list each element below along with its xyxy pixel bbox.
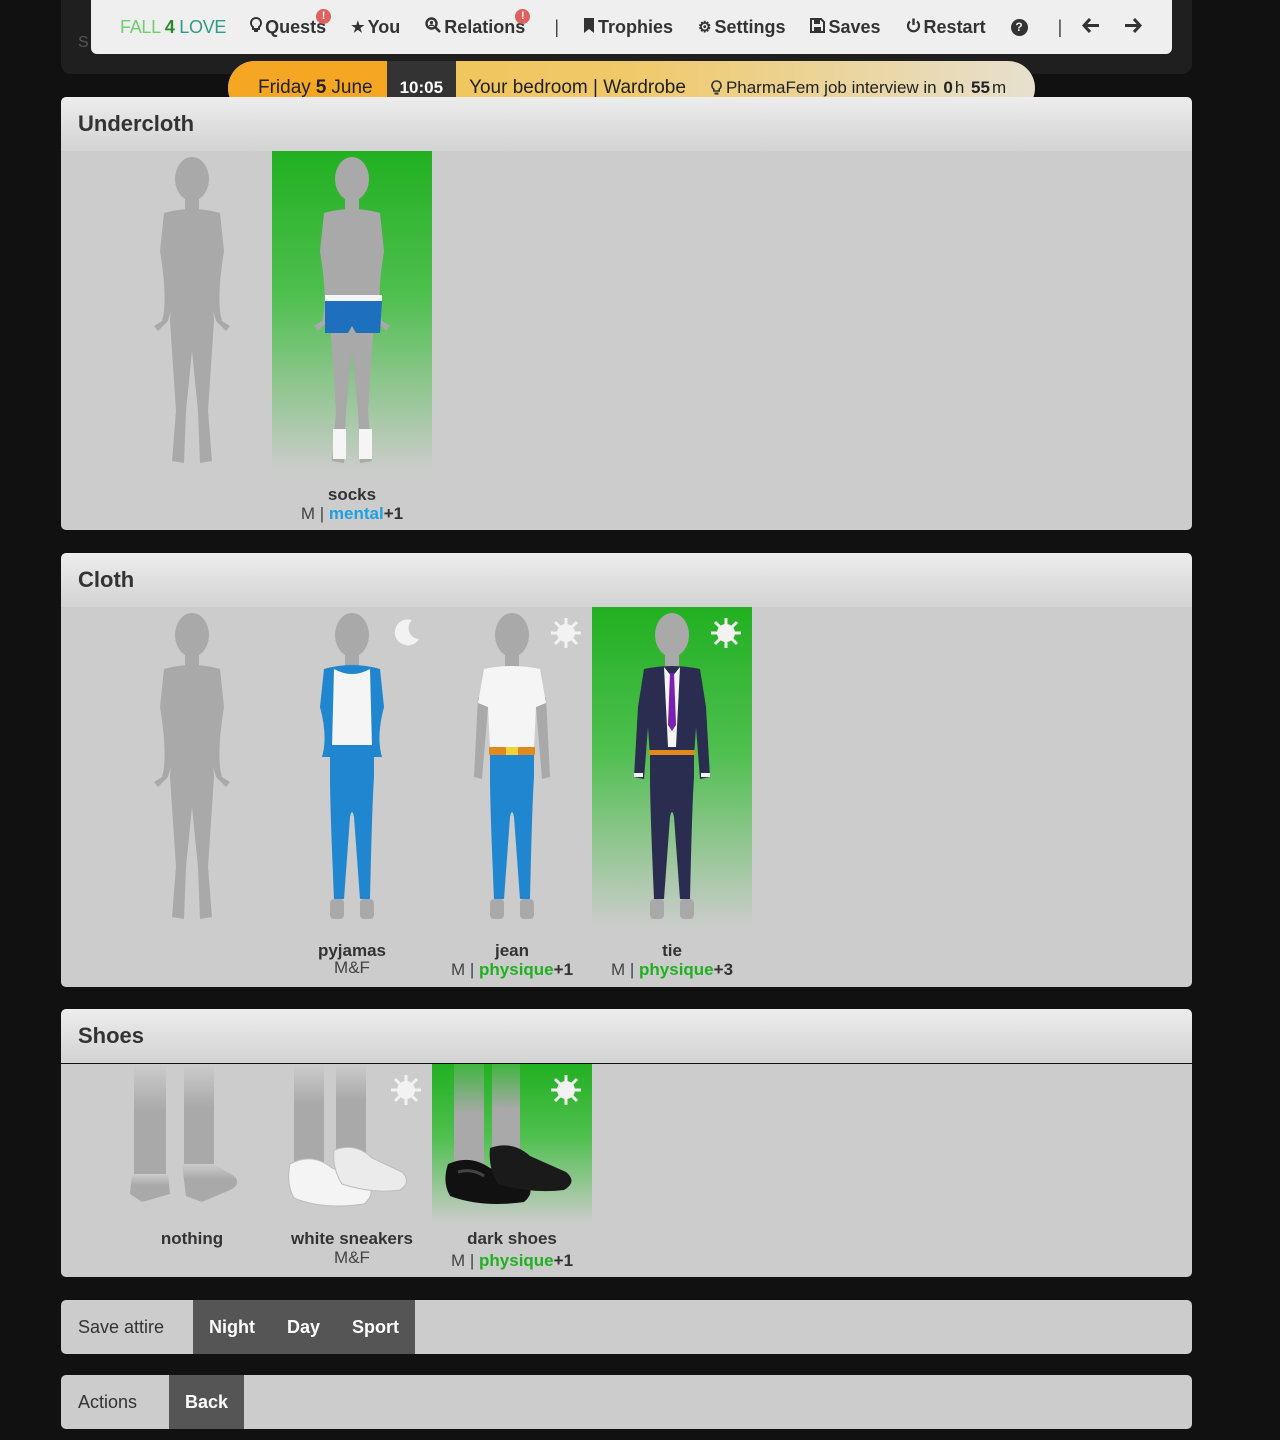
dark-shoes-image (432, 1064, 592, 1224)
sun-icon (550, 1074, 582, 1111)
save-day-button[interactable]: Day (271, 1300, 336, 1354)
quests-alert-badge: ! (316, 8, 332, 24)
shoes-item-dark-shoes[interactable]: dark shoes M | physique+1 (432, 1064, 592, 1271)
gear-icon: ⚙ (698, 19, 712, 36)
sun-icon (710, 617, 742, 654)
item-name: nothing (160, 1229, 224, 1248)
save-attire-buttons: Night Day Sport (193, 1300, 416, 1354)
cloth-item-pyjamas[interactable]: ··········· pyjamas M&F (272, 607, 432, 978)
help-button[interactable]: ? (1010, 18, 1028, 36)
cloth-header: Cloth (61, 553, 1192, 607)
shoes-item-white-sneakers[interactable]: white sneakers M&F (272, 1064, 432, 1268)
undercloth-item-socks[interactable]: ··········· socks M | mental+1 (272, 151, 432, 524)
item-stats: M | physique+3 (610, 960, 734, 979)
actions-label: Actions (78, 1391, 138, 1412)
shoes-item-nothing[interactable]: nothing (112, 1064, 272, 1248)
help-icon: ? (1010, 18, 1028, 36)
sun-icon (390, 1074, 422, 1111)
undercloth-panel: ··········· ··········· socks M | mental… (61, 151, 1192, 530)
search-people-icon (425, 17, 442, 37)
item-gender: M&F (334, 1248, 370, 1267)
pyjamas-outfit-image (272, 607, 432, 927)
lightbulb-icon (711, 80, 722, 96)
sun-icon (550, 617, 582, 654)
star-icon: ★ (351, 19, 365, 36)
top-nav: FALL 4 LOVE Quests ! ★ You Relations ! |… (91, 0, 1172, 54)
silhouette-icon (112, 607, 272, 927)
item-name: jean (494, 941, 530, 960)
relations-alert-badge: ! (515, 8, 531, 24)
nav-settings[interactable]: ⚙ Settings (698, 17, 785, 38)
jean-outfit-image (432, 607, 592, 927)
item-name: dark shoes (467, 1229, 557, 1248)
nav-you[interactable]: ★ You (351, 17, 400, 38)
undercloth-header: Undercloth (61, 97, 1192, 151)
bare-feet-icon (112, 1064, 272, 1224)
moon-icon (392, 617, 422, 652)
item-gender: M&F (334, 958, 370, 977)
item-stats: M | physique+1 (450, 960, 574, 979)
back-button[interactable]: Back (169, 1375, 244, 1429)
save-sport-button[interactable]: Sport (336, 1300, 415, 1354)
power-icon (906, 18, 921, 37)
nav-separator: | (554, 16, 559, 37)
item-stats: M | physique+1 (450, 1251, 574, 1270)
nav-relations[interactable]: Relations ! (425, 8, 531, 38)
nav-saves[interactable]: Saves (810, 17, 881, 38)
shoes-header: Shoes (61, 1009, 1192, 1063)
bookmark-icon (583, 17, 595, 37)
save-attire-bar: Save attire Night Day Sport (61, 1300, 1192, 1354)
ghost-text: S (78, 34, 89, 51)
item-stats: M | mental+1 (300, 504, 404, 523)
suit-tie-outfit-image (592, 607, 752, 927)
nav-quests[interactable]: Quests ! (250, 8, 332, 38)
undercloth-item-nothing[interactable]: ··········· (112, 151, 272, 477)
item-name: tie (662, 941, 682, 960)
cloth-item-nothing[interactable]: ··········· (112, 607, 272, 933)
back-arrow-icon[interactable] (1082, 16, 1100, 39)
shoes-panel: nothing white sneakers M&F dark shoes M … (61, 1064, 1192, 1277)
actions-bar: Actions Back (61, 1375, 1192, 1429)
save-night-button[interactable]: Night (193, 1300, 271, 1354)
save-attire-label: Save attire (78, 1316, 165, 1337)
cloth-panel: ··········· ··········· pyjamas M&F (61, 607, 1192, 987)
nav-restart[interactable]: Restart (906, 17, 986, 38)
forward-arrow-icon[interactable] (1125, 16, 1143, 39)
item-name: socks (327, 485, 377, 504)
silhouette-icon (112, 151, 272, 471)
socks-outfit-image (272, 151, 432, 471)
lightbulb-icon (250, 16, 263, 37)
nav-separator: | (1057, 16, 1063, 37)
cloth-item-jean[interactable]: ··········· jean M | physique+1 (432, 607, 592, 980)
floppy-icon (810, 17, 826, 37)
white-sneakers-image (272, 1064, 432, 1224)
nav-trophies[interactable]: Trophies (583, 17, 673, 38)
item-name: white sneakers (291, 1229, 413, 1248)
game-logo[interactable]: FALL 4 LOVE (120, 17, 226, 38)
cloth-item-tie[interactable]: ··········· tie M | physique+3 (592, 607, 752, 980)
